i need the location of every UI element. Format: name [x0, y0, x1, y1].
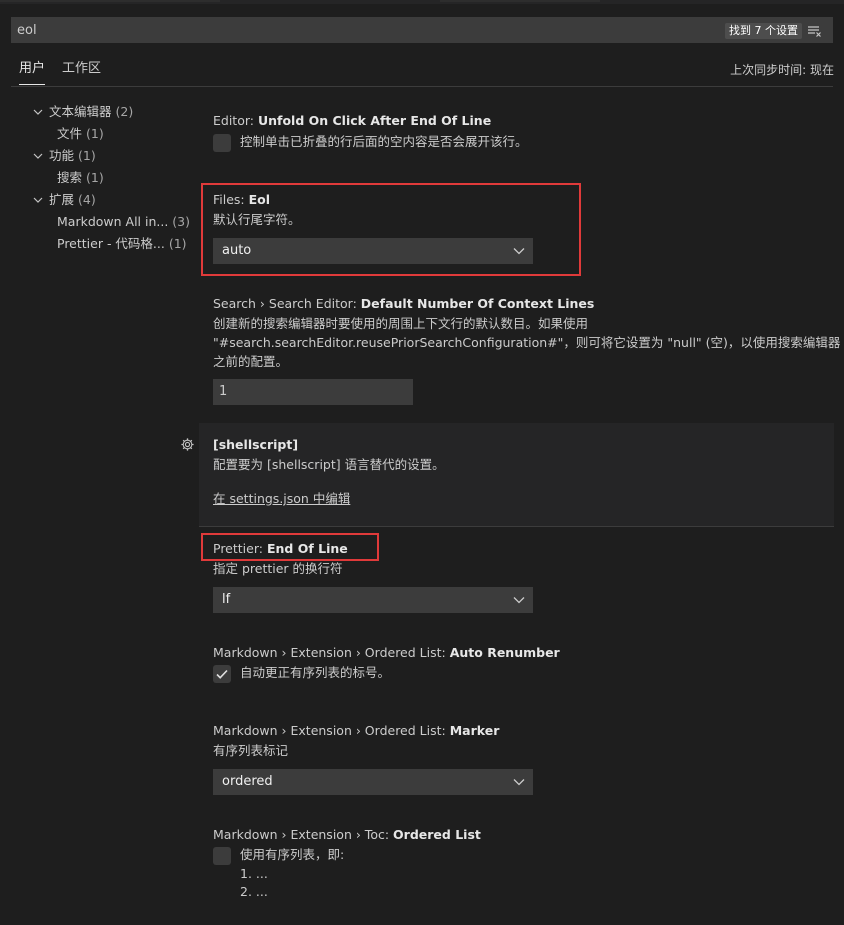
select-value: lf — [222, 592, 231, 607]
chevron-down-icon — [513, 248, 525, 255]
setting-category: Markdown › Extension › Toc: — [213, 827, 394, 842]
toc-item-search[interactable]: 搜索 (1) — [57, 169, 104, 187]
setting-title-md-marker: Markdown › Extension › Ordered List: Mar… — [213, 723, 499, 738]
edit-in-settings-json-link[interactable]: 在 settings.json 中编辑 — [213, 488, 350, 507]
setting-description-shellscript: 配置要为 [shellscript] 语言替代的设置。 — [213, 457, 445, 472]
setting-key: [shellscript] — [213, 437, 299, 452]
tab-user[interactable]: 用户 — [19, 56, 46, 85]
toc-item-text-editor[interactable]: 文本编辑器 (2) — [49, 103, 133, 121]
setting-title-md-renumber: Markdown › Extension › Ordered List: Aut… — [213, 645, 560, 660]
setting-description-md-renumber: 自动更正有序列表的标号。 — [240, 665, 391, 680]
search-input[interactable] — [17, 18, 617, 42]
toc-item-files[interactable]: 文件 (1) — [57, 125, 104, 143]
list-example-item: 2. ... — [240, 884, 268, 899]
setting-description-prettier-eol: 指定 prettier 的换行符 — [213, 561, 343, 576]
search-result-count: 找到 7 个设置 — [725, 23, 802, 39]
setting-description-files-eol: 默认行尾字符。 — [213, 212, 301, 227]
chevron-down-icon[interactable] — [33, 107, 43, 117]
context-lines-input[interactable]: 1 — [213, 379, 413, 405]
setting-description-line: 创建新的搜索编辑器时要使用的周围上下文行的默认数目。如果使用 — [213, 316, 589, 331]
setting-title-unfold: Editor: Unfold On Click After End Of Lin… — [213, 113, 491, 128]
select-value: auto — [222, 243, 252, 258]
files-eol-select[interactable]: auto — [213, 238, 533, 264]
toc-count: (1) — [168, 236, 187, 251]
toc-label: 文本编辑器 — [49, 104, 112, 119]
toc-count: (1) — [78, 148, 96, 163]
toc-label: Prettier - 代码格... — [57, 236, 165, 251]
setting-category: Markdown › Extension › Ordered List: — [213, 723, 450, 738]
chevron-down-icon[interactable] — [33, 195, 43, 205]
chevron-down-icon — [513, 597, 525, 604]
setting-category: Files: — [213, 192, 249, 207]
toc-label: 功能 — [49, 148, 75, 163]
toc-count: (1) — [86, 126, 104, 141]
setting-key: Eol — [248, 192, 271, 207]
setting-category: Prettier: — [213, 541, 267, 556]
toc-label: 扩展 — [49, 192, 75, 207]
setting-title-shellscript: [shellscript] — [213, 437, 298, 452]
setting-title-md-toc: Markdown › Extension › Toc: Ordered List — [213, 827, 481, 842]
chevron-down-icon[interactable] — [33, 151, 43, 161]
gear-icon[interactable] — [180, 437, 195, 452]
list-example-item: 1. ... — [240, 866, 268, 881]
setting-key: Marker — [449, 723, 500, 738]
toc-label: 搜索 — [57, 170, 83, 185]
setting-key: Auto Renumber — [449, 645, 560, 660]
setting-key: Default Number Of Context Lines — [360, 296, 595, 311]
setting-key: Unfold On Click After End Of Line — [257, 113, 492, 128]
toc-ordered-list-checkbox[interactable] — [213, 847, 231, 865]
toc-label: 文件 — [57, 126, 83, 141]
md-marker-select[interactable]: ordered — [213, 769, 533, 795]
select-value: ordered — [222, 774, 273, 789]
clear-filter-icon[interactable] — [806, 23, 822, 39]
toc-count: (4) — [78, 192, 96, 207]
checkmark-icon — [216, 669, 228, 679]
setting-title-prettier-eol: Prettier: End Of Line — [213, 541, 348, 556]
chevron-down-icon — [513, 779, 525, 786]
toc-label: Markdown All in... — [57, 214, 169, 229]
toc-item-extensions[interactable]: 扩展 (4) — [49, 191, 96, 209]
setting-key: Ordered List — [393, 827, 481, 842]
setting-description-md-toc: 使用有序列表，即: — [240, 847, 345, 862]
setting-title-files-eol: Files: Eol — [213, 192, 270, 207]
unfold-checkbox[interactable] — [213, 134, 231, 152]
setting-description-unfold: 控制单击已折叠的行后面的空内容是否会展开该行。 — [240, 134, 528, 149]
setting-key: End Of Line — [266, 541, 348, 556]
sync-status: 上次同步时间: 现在 — [730, 63, 834, 77]
window-top-strip — [0, 0, 844, 4]
setting-category: Markdown › Extension › Ordered List: — [213, 645, 450, 660]
setting-description-line: 之前的配置。 — [213, 354, 289, 369]
toc-count: (2) — [115, 104, 134, 119]
toc-item-features[interactable]: 功能 (1) — [49, 147, 96, 165]
setting-category: Search › Search Editor: — [213, 296, 361, 311]
setting-category: Editor: — [213, 113, 258, 128]
setting-title-search-context: Search › Search Editor: Default Number O… — [213, 296, 594, 311]
toc-item-markdown-all-in-one[interactable]: Markdown All in... (3) — [57, 213, 190, 231]
tabs-divider — [11, 86, 833, 87]
setting-description-md-marker: 有序列表标记 — [213, 743, 289, 758]
settings-search-box[interactable]: 找到 7 个设置 — [11, 17, 833, 43]
auto-renumber-checkbox[interactable] — [213, 665, 231, 683]
setting-description-line: "#search.searchEditor.reusePriorSearchCo… — [213, 335, 841, 350]
toc-item-prettier[interactable]: Prettier - 代码格... (1) — [57, 235, 187, 253]
toc-count: (1) — [86, 170, 104, 185]
toc-count: (3) — [172, 214, 191, 229]
prettier-eol-select[interactable]: lf — [213, 587, 533, 613]
tab-workspace[interactable]: 工作区 — [62, 56, 101, 84]
